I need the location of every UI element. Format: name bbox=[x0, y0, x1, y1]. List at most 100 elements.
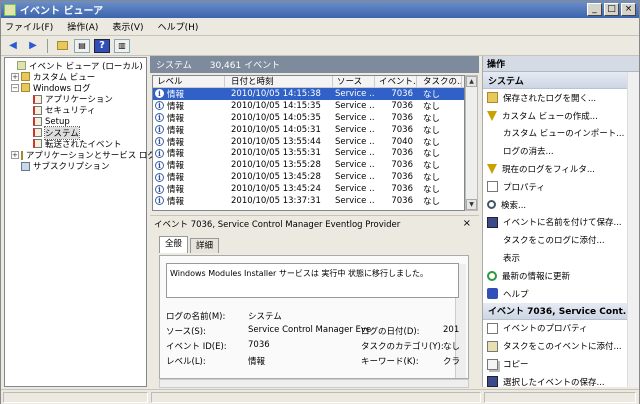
actions-section-system[interactable]: システム ▲ bbox=[483, 72, 639, 89]
up-folder-icon[interactable] bbox=[54, 39, 70, 53]
show-hide-tree-icon[interactable]: ▤ bbox=[74, 38, 90, 53]
action-item[interactable]: ヘルプ▶ bbox=[483, 285, 639, 303]
tree-item-application[interactable]: アプリケーション bbox=[5, 94, 146, 105]
info-icon: i bbox=[155, 172, 164, 182]
tab-general[interactable]: 全般 bbox=[159, 236, 189, 253]
table-row[interactable]: i 情報 2010/10/05 13:37:31 Service ... 7036 なし bbox=[153, 195, 464, 207]
save-icon bbox=[487, 376, 498, 387]
action-item[interactable]: 現在のログをフィルタ... bbox=[483, 160, 639, 178]
tree-item-setup[interactable]: Setup bbox=[5, 116, 146, 127]
level-cell: i 情報 bbox=[153, 171, 225, 183]
column-source[interactable]: ソース bbox=[333, 76, 375, 87]
expand-icon[interactable]: + bbox=[11, 72, 19, 81]
column-event-id[interactable]: イベント... bbox=[375, 76, 417, 87]
tree-item-subscriptions[interactable]: サブスクリプション bbox=[5, 161, 146, 172]
detail-horizontal-scrollbar[interactable] bbox=[159, 379, 469, 388]
action-item[interactable]: タスクをこのイベントに添付... bbox=[483, 337, 639, 355]
event-viewer-app-icon bbox=[4, 3, 16, 16]
action-item[interactable]: カスタム ビューのインポート... bbox=[483, 125, 639, 143]
tree-item-system[interactable]: システム bbox=[5, 125, 146, 140]
help-icon[interactable]: ? bbox=[94, 38, 110, 53]
column-level[interactable]: レベル bbox=[153, 76, 225, 87]
keywords-value: クラ bbox=[443, 357, 461, 367]
source-cell: Service ... bbox=[335, 100, 375, 111]
event-id-cell: 7036 bbox=[391, 88, 413, 99]
expand-icon[interactable]: + bbox=[11, 151, 19, 160]
event-id-cell: 7036 bbox=[391, 124, 413, 135]
table-row[interactable]: i 情報 2010/10/05 13:45:28 Service ... 7036 なし bbox=[153, 171, 464, 183]
tree-item-forwarded-events[interactable]: 転送されたイベント bbox=[5, 138, 146, 150]
action-item[interactable]: プロパティ bbox=[483, 178, 639, 196]
close-button[interactable]: × bbox=[621, 3, 636, 16]
detail-close-icon[interactable]: × bbox=[463, 218, 471, 229]
task-category-cell: なし bbox=[423, 101, 441, 112]
event-list-scrollbar[interactable]: ▲ ▼ bbox=[465, 75, 478, 211]
table-row[interactable]: i 情報 2010/10/05 13:55:28 Service ... 7036 なし bbox=[153, 159, 464, 171]
detail-tabs: 全般 詳細 bbox=[159, 236, 221, 253]
action-item[interactable]: 保存されたログを開く... bbox=[483, 89, 639, 107]
actions-scrollbar[interactable] bbox=[627, 72, 639, 387]
event-detail-pane: イベント 7036, Service Control Manager Event… bbox=[150, 215, 479, 388]
collapse-icon[interactable]: − bbox=[11, 83, 19, 92]
action-item[interactable]: 選択したイベントの保存... bbox=[483, 373, 639, 387]
action-item[interactable]: 検索... bbox=[483, 196, 639, 214]
refresh-icon bbox=[487, 270, 497, 281]
tree-item-apps-and-services[interactable]: + アプリケーションとサービス ログ bbox=[5, 150, 156, 161]
tab-details[interactable]: 詳細 bbox=[190, 238, 220, 253]
menu-action[interactable]: 操作(A) bbox=[67, 20, 98, 33]
datetime-cell: 2010/10/05 13:55:28 bbox=[231, 160, 321, 171]
column-datetime[interactable]: 日付と時刻 bbox=[225, 76, 333, 87]
action-item[interactable]: イベントに名前を付けて保存... bbox=[483, 214, 639, 232]
tree-item-root[interactable]: イベント ビューア (ローカル) bbox=[5, 60, 146, 72]
action-item[interactable]: カスタム ビューの作成... bbox=[483, 107, 639, 125]
table-row[interactable]: i 情報 2010/10/05 14:05:35 Service ... 7036 なし bbox=[153, 112, 464, 124]
action-item[interactable]: ログの消去... bbox=[483, 142, 639, 160]
source-cell: Service ... bbox=[335, 112, 375, 123]
maximize-button[interactable]: □ bbox=[604, 3, 619, 16]
table-row[interactable]: i 情報 2010/10/05 14:05:31 Service ... 7036 なし bbox=[153, 124, 464, 136]
actions-header: 操作 bbox=[483, 56, 639, 72]
event-list-header: レベル 日付と時刻 ソース イベント... タスクの... bbox=[153, 76, 464, 88]
table-row[interactable]: i 情報 2010/10/05 14:15:38 Service ... 7036 なし bbox=[153, 88, 464, 100]
event-id-cell: 7036 bbox=[391, 148, 413, 159]
task-category-cell: なし bbox=[423, 137, 441, 148]
scroll-up-arrow-icon[interactable]: ▲ bbox=[466, 76, 477, 87]
table-row[interactable]: i 情報 2010/10/05 13:55:31 Service ... 7036 なし bbox=[153, 147, 464, 159]
action-label: 保存されたログを開く... bbox=[503, 93, 597, 104]
show-hide-action-pane-icon[interactable]: ▥ bbox=[114, 38, 130, 53]
forward-arrow-icon[interactable]: ▶ bbox=[25, 39, 41, 53]
tree-item-security[interactable]: セキュリティ bbox=[5, 105, 146, 116]
level-value: 情報 bbox=[248, 357, 266, 367]
task-category-cell: なし bbox=[423, 173, 441, 184]
menu-file[interactable]: ファイル(F) bbox=[5, 20, 53, 33]
table-row[interactable]: i 情報 2010/10/05 13:55:44 Service ... 7040 なし bbox=[153, 136, 464, 148]
back-arrow-icon[interactable]: ◀ bbox=[5, 39, 21, 53]
source-cell: Service ... bbox=[335, 124, 375, 135]
column-task-category[interactable]: タスクの... bbox=[417, 76, 462, 87]
action-item[interactable]: イベントのプロパティ bbox=[483, 320, 639, 338]
action-item[interactable]: 表示▶ bbox=[483, 249, 639, 267]
tree-item-custom-views[interactable]: + カスタム ビュー bbox=[5, 71, 146, 83]
table-row[interactable]: i 情報 2010/10/05 14:15:35 Service ... 7036 なし bbox=[153, 100, 464, 112]
log-icon bbox=[33, 105, 42, 115]
find-icon bbox=[487, 200, 496, 210]
level-cell: i 情報 bbox=[153, 159, 225, 171]
menu-help[interactable]: ヘルプ(H) bbox=[158, 20, 199, 33]
properties-icon bbox=[487, 181, 498, 193]
minimize-button[interactable]: _ bbox=[587, 3, 602, 16]
task-category-cell: なし bbox=[423, 161, 441, 172]
actions-section-event[interactable]: イベント 7036, Service Cont... ▲ bbox=[483, 302, 639, 320]
menu-view[interactable]: 表示(V) bbox=[112, 20, 143, 33]
tree-item-windows-logs[interactable]: − Windows ログ bbox=[5, 82, 146, 94]
event-detail-title-bar: イベント 7036, Service Control Manager Event… bbox=[150, 216, 479, 232]
source-cell: Service ... bbox=[335, 160, 375, 171]
toolbar: ◀ ▶ ▤ ? ▥ bbox=[1, 36, 639, 56]
table-row[interactable]: i 情報 2010/10/05 13:45:24 Service ... 7036 なし bbox=[153, 183, 464, 195]
datetime-cell: 2010/10/05 13:55:31 bbox=[231, 148, 321, 159]
task-category-value: なし bbox=[443, 342, 461, 352]
action-item[interactable]: タスクをこのログに添付... bbox=[483, 231, 639, 249]
scroll-down-arrow-icon[interactable]: ▼ bbox=[466, 199, 477, 210]
event-id-cell: 7040 bbox=[391, 136, 413, 147]
action-item[interactable]: 最新の情報に更新 bbox=[483, 267, 639, 285]
action-item[interactable]: コピー▶ bbox=[483, 355, 639, 373]
